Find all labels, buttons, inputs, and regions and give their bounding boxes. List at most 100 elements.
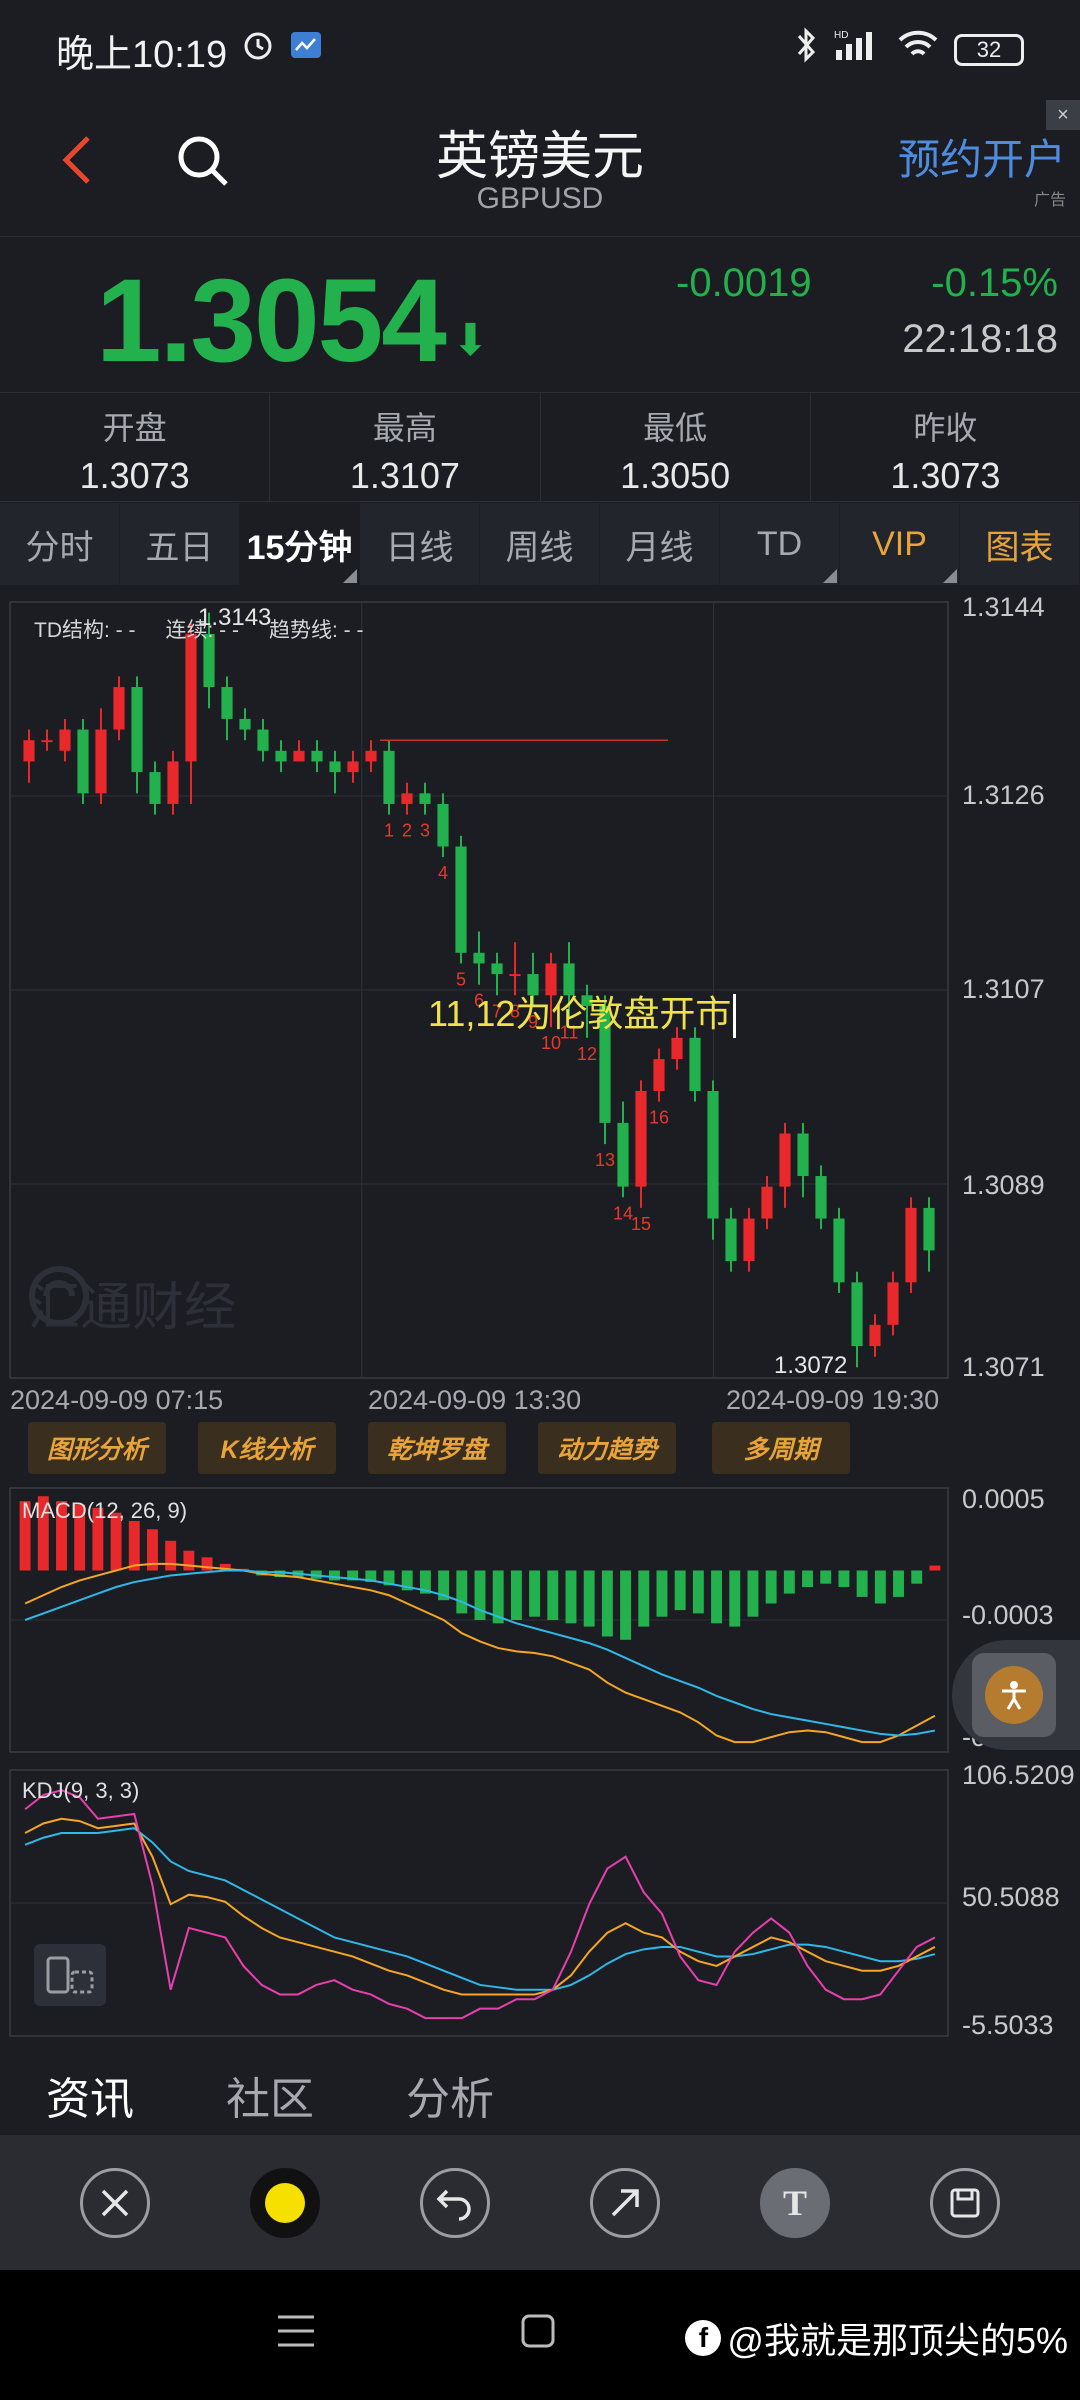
watermark: 汇通财经 <box>28 1265 236 1340</box>
x-tick-label: 2024-09-09 19:30 <box>726 1385 940 1415</box>
td-trend: 趋势线: - - <box>268 619 364 642</box>
candle-body <box>383 750 395 804</box>
accessibility-float-button[interactable] <box>952 1640 1080 1750</box>
candle-body <box>59 729 71 751</box>
svg-text:HD: HD <box>834 30 848 41</box>
undo-button[interactable] <box>420 2167 490 2238</box>
macd-bar <box>510 1570 522 1620</box>
ohlc-low: 最低 1.3050 <box>541 393 811 501</box>
home-nav-button[interactable] <box>520 2310 556 2360</box>
candle-body <box>905 1207 917 1283</box>
tool-shape-analysis-button[interactable]: 图形分析 <box>28 1422 166 1474</box>
kdj-chart[interactable]: KDJ(9, 3, 3) 106.5209 50.5088 -5.5033 <box>0 1760 1080 2040</box>
candlestick-chart[interactable]: 1 2 3 4 5 6 7 8 9 10 11 12 13 14 15 16 TD结构: - - 连续: - … <box>0 590 1080 1415</box>
arrow-icon <box>611 2188 639 2216</box>
ohlc-open: 开盘 1.3073 <box>0 393 271 501</box>
td-structure: TD结构: - - <box>34 619 136 642</box>
candle-body <box>365 750 377 762</box>
yellow-swatch <box>265 2182 305 2223</box>
tab-weekly[interactable]: 周线 <box>480 503 600 585</box>
candle-body <box>743 1218 755 1262</box>
tab-monthly[interactable]: 月线 <box>600 503 720 585</box>
y-tick-label: 50.5088 <box>962 1882 1060 1912</box>
close-icon <box>101 2189 129 2216</box>
high-price-label: 1.3143 <box>198 604 272 631</box>
dropdown-corner-icon <box>943 569 957 583</box>
y-tick-label: -0.0003 <box>962 1600 1054 1630</box>
macd-bar <box>674 1570 686 1611</box>
td-count-label: 4 <box>438 863 448 883</box>
text-tool-button[interactable]: T <box>760 2167 830 2238</box>
candle-body <box>797 1133 809 1177</box>
candle-body <box>221 687 233 719</box>
macd-title: MACD(12, 26, 9) <box>22 1498 188 1523</box>
ad-close-button[interactable]: × <box>1046 100 1080 130</box>
macd-bar <box>529 1570 541 1617</box>
text-annotation[interactable]: 11,12为伦敦盘开市 <box>428 985 737 1039</box>
tab-community[interactable]: 社区 <box>226 2045 314 2135</box>
macd-bar <box>165 1540 177 1571</box>
macd-bar <box>456 1570 468 1614</box>
macd-svg <box>9 1487 949 1753</box>
candle-body <box>167 761 179 804</box>
candle-body <box>833 1218 845 1283</box>
news-tabs: 资讯 社区 分析 <box>0 2045 1080 2145</box>
status-time: 晚上10:19 <box>56 33 228 76</box>
y-tick-label: 1.3089 <box>962 1170 1045 1200</box>
save-drawing-button[interactable] <box>930 2167 1000 2238</box>
rotate-screen-icon[interactable] <box>34 1944 106 2006</box>
home-icon <box>521 2314 555 2348</box>
candle-body <box>419 793 431 804</box>
ohlc-prev-close: 昨收 1.3073 <box>890 410 1001 496</box>
open-account-button[interactable]: 预约开户 <box>898 126 1066 187</box>
tool-kline-analysis-button[interactable]: K线分析 <box>198 1422 336 1474</box>
candle-body <box>779 1133 791 1187</box>
macd-chart[interactable]: MACD(12, 26, 9) 0.0005 -0.0003 -0.0011 <box>0 1484 1080 1756</box>
macd-bar <box>838 1570 850 1587</box>
macd-bar <box>765 1570 777 1604</box>
candle-body <box>77 729 89 794</box>
tool-multi-period-button[interactable]: 多周期 <box>712 1422 850 1474</box>
tab-five-day[interactable]: 五日 <box>120 503 240 585</box>
tab-15min[interactable]: 15分钟 <box>240 503 360 585</box>
status-bar: 晚上10:19 HD 32 <box>0 0 1080 100</box>
candle-body <box>95 729 107 794</box>
kdj-title: KDJ(9, 3, 3) <box>22 1778 140 1803</box>
candle-body <box>671 1037 683 1060</box>
tab-analysis[interactable]: 分析 <box>406 2045 494 2135</box>
color-picker-button[interactable] <box>250 2167 320 2238</box>
macd-bar <box>128 1521 140 1571</box>
macd-bar <box>638 1570 650 1627</box>
candle-body <box>329 761 341 773</box>
dropdown-corner-icon <box>343 569 357 583</box>
macd-bar <box>729 1570 741 1627</box>
tab-chart-settings[interactable]: 图表 <box>960 503 1080 585</box>
td-count-label: 15 <box>631 1214 651 1234</box>
tab-daily[interactable]: 日线 <box>360 503 480 585</box>
candle-body <box>869 1324 881 1347</box>
candle-body <box>617 1122 629 1187</box>
tab-intraday[interactable]: 分时 <box>0 503 120 585</box>
arrow-tool-button[interactable] <box>590 2167 660 2238</box>
close-drawing-button[interactable] <box>80 2167 150 2238</box>
watermark-credit: f @我就是那顶尖的5% <box>685 2312 1068 2364</box>
text-caret <box>733 994 737 1039</box>
macd-bar <box>474 1570 486 1620</box>
price-change: -0.0019 <box>676 261 812 305</box>
candle-body <box>491 963 503 975</box>
td-count-label: 16 <box>649 1108 669 1128</box>
candle-body <box>707 1090 719 1219</box>
tab-news[interactable]: 资讯 <box>46 2045 134 2145</box>
menu-nav-button[interactable] <box>276 2310 316 2360</box>
macd-bar <box>929 1565 941 1571</box>
candle-body <box>851 1282 863 1347</box>
tab-td[interactable]: TD <box>720 503 840 585</box>
tool-compass-button[interactable]: 乾坤罗盘 <box>368 1422 506 1474</box>
candle-body <box>293 750 305 762</box>
tool-momentum-button[interactable]: 动力趋势 <box>538 1422 676 1474</box>
system-nav-bar: f @我就是那顶尖的5% <box>0 2270 1080 2400</box>
tab-vip[interactable]: VIP <box>840 503 960 585</box>
watermark-logo-icon <box>29 1266 89 1326</box>
macd-bar <box>601 1570 613 1637</box>
quote-time: 22:18:18 <box>902 317 1058 361</box>
